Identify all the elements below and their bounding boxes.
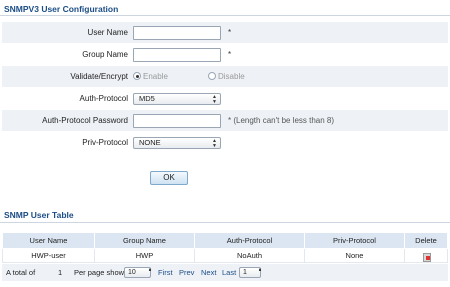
column-header-delete: Delete — [404, 232, 448, 249]
cell-priv-protocol: None — [304, 248, 405, 263]
snmp-user-table: User Name Group Name Auth-Protocol Priv-… — [2, 232, 448, 263]
table-title: SNMP User Table — [4, 210, 74, 220]
per-page-label: Per page show — [74, 268, 125, 277]
disable-radio-label: Disable — [218, 72, 245, 81]
validate-encrypt-row: Validate/Encrypt Enable Disable — [2, 66, 448, 88]
user-name-label: User Name — [87, 28, 128, 37]
first-page-link[interactable]: First — [158, 264, 173, 281]
cell-auth-protocol: NoAuth — [194, 248, 305, 263]
table-header-row: User Name Group Name Auth-Protocol Priv-… — [2, 232, 448, 249]
user-name-row: User Name * — [2, 22, 448, 44]
per-page-select[interactable]: 10 ▲ ▼ — [124, 267, 152, 278]
disable-radio[interactable] — [208, 72, 216, 80]
auth-protocol-value: MD5 — [139, 94, 155, 103]
config-title: SNMPV3 User Configuration — [4, 4, 119, 14]
page-select[interactable]: 1 ▲ ▼ — [239, 267, 262, 278]
auth-password-input[interactable] — [133, 114, 221, 128]
priv-protocol-value: NONE — [139, 138, 161, 147]
cell-delete — [404, 248, 448, 263]
column-header-group-name: Group Name — [94, 232, 195, 249]
validate-encrypt-label: Validate/Encrypt — [70, 72, 128, 81]
auth-protocol-select[interactable]: MD5 ▲ ▼ — [133, 93, 221, 105]
column-header-priv-protocol: Priv-Protocol — [304, 232, 405, 249]
group-name-row: Group Name * — [2, 44, 448, 66]
delete-icon[interactable] — [422, 252, 431, 262]
select-arrows-icon: ▲ ▼ — [212, 94, 217, 105]
table-divider — [0, 222, 450, 223]
auth-password-hint: * (Length can't be less than 8) — [228, 116, 335, 125]
config-divider — [0, 15, 450, 16]
page-select-value: 1 — [243, 269, 247, 276]
total-count: 1 — [58, 268, 63, 277]
last-page-link[interactable]: Last — [222, 264, 236, 281]
snmpv3-config-form: User Name * Group Name * Validate/Encryp… — [2, 22, 448, 154]
priv-protocol-select[interactable]: NONE ▲ ▼ — [133, 137, 221, 149]
column-header-auth-protocol: Auth-Protocol — [194, 232, 305, 249]
total-label: A total of — [6, 268, 36, 277]
auth-password-row: Auth-Protocol Password * (Length can't b… — [2, 110, 448, 132]
enable-radio[interactable] — [133, 72, 141, 80]
user-name-required: * — [228, 28, 232, 37]
pagination-bar: A total of 1 Per page show 10 ▲ ▼ First P… — [2, 264, 448, 281]
user-name-input[interactable] — [133, 26, 221, 40]
cell-group-name: HWP — [94, 248, 195, 263]
prev-page-link[interactable]: Prev — [179, 264, 194, 281]
auth-protocol-label: Auth-Protocol — [79, 94, 128, 103]
select-arrows-icon: ▲ ▼ — [212, 138, 217, 149]
table-row: HWP-user HWP NoAuth None — [2, 248, 448, 263]
disable-radio-option[interactable]: Disable — [208, 66, 245, 88]
group-name-label: Group Name — [82, 50, 128, 59]
priv-protocol-label: Priv-Protocol — [82, 138, 128, 147]
enable-radio-option[interactable]: Enable — [133, 66, 168, 88]
group-name-input[interactable] — [133, 48, 221, 62]
ok-button[interactable]: OK — [150, 171, 188, 185]
per-page-value: 10 — [128, 269, 136, 276]
cell-user-name: HWP-user — [2, 248, 95, 263]
auth-password-label: Auth-Protocol Password — [42, 116, 128, 125]
priv-protocol-row: Priv-Protocol NONE ▲ ▼ — [2, 132, 448, 154]
next-page-link[interactable]: Next — [201, 264, 216, 281]
auth-protocol-row: Auth-Protocol MD5 ▲ ▼ — [2, 88, 448, 110]
enable-radio-label: Enable — [143, 72, 168, 81]
column-header-user-name: User Name — [2, 232, 95, 249]
group-name-required: * — [228, 50, 232, 59]
